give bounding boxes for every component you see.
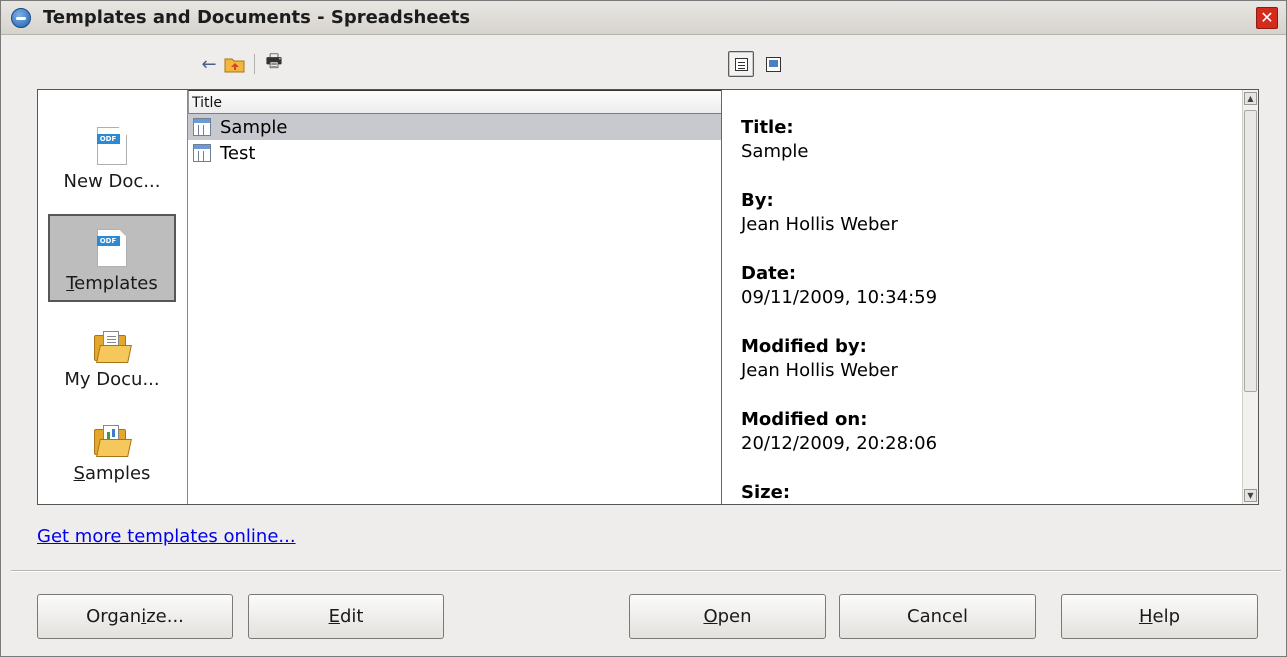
properties-icon — [735, 58, 748, 71]
get-more-templates-link[interactable]: Get more templates online... — [37, 526, 296, 547]
category-sidebar: ODF New Doc... ODF Templates My Docu... … — [38, 90, 188, 504]
up-folder-icon[interactable] — [222, 51, 248, 77]
property-modified-on: Modified on: 20/12/2009, 20:28:06 — [741, 409, 938, 454]
navigation-toolbar: ← 🖶 — [196, 51, 287, 77]
edit-button[interactable]: Edit — [248, 594, 444, 639]
folder-documents-icon — [94, 331, 132, 363]
open-button[interactable]: Open — [629, 594, 826, 639]
cancel-button[interactable]: Cancel — [839, 594, 1036, 639]
property-author: By: Jean Hollis Weber — [741, 190, 898, 235]
divider — [11, 570, 1281, 572]
sidebar-item-label: My Docu... — [64, 369, 160, 390]
sidebar-item-label: Templates — [66, 273, 158, 294]
list-item-title: Test — [220, 142, 256, 164]
odf-template-icon: ODF — [97, 229, 127, 267]
back-arrow-icon[interactable]: ← — [196, 51, 222, 77]
template-list: Title Sample Test — [188, 90, 722, 504]
sidebar-item-label: Samples — [73, 463, 151, 484]
scroll-thumb[interactable] — [1244, 110, 1257, 392]
list-item-title: Sample — [220, 116, 288, 138]
sidebar-item-templates[interactable]: ODF Templates — [48, 214, 176, 302]
preview-view-button[interactable] — [760, 51, 786, 77]
odf-document-icon: ODF — [97, 127, 127, 165]
list-item[interactable]: Test — [188, 140, 721, 166]
scroll-up-icon[interactable]: ▲ — [1244, 92, 1257, 105]
close-button[interactable]: ✕ — [1256, 7, 1278, 29]
sidebar-item-new-document[interactable]: ODF New Doc... — [48, 110, 176, 198]
spreadsheet-template-icon — [193, 144, 211, 162]
print-icon[interactable]: 🖶 — [261, 51, 287, 77]
scroll-down-icon[interactable]: ▼ — [1244, 489, 1257, 502]
property-size: Size: — [741, 482, 791, 503]
help-button[interactable]: Help — [1061, 594, 1258, 639]
property-date: Date: 09/11/2009, 10:34:59 — [741, 263, 938, 308]
document-properties-view-button[interactable] — [728, 51, 754, 77]
list-item[interactable]: Sample — [188, 114, 721, 140]
app-logo-icon — [11, 8, 31, 28]
sidebar-item-my-documents[interactable]: My Docu... — [48, 308, 176, 396]
main-panel: ODF New Doc... ODF Templates My Docu... … — [37, 89, 1259, 505]
sidebar-item-samples[interactable]: Samples — [48, 402, 176, 490]
spreadsheet-template-icon — [193, 118, 211, 136]
sidebar-item-label: New Doc... — [63, 171, 161, 192]
window-title: Templates and Documents - Spreadsheets — [43, 7, 471, 28]
property-title: Title: Sample — [741, 117, 809, 162]
folder-samples-icon — [94, 425, 132, 457]
toolbar-separator — [254, 54, 255, 74]
organize-button[interactable]: Organize... — [37, 594, 233, 639]
document-properties-panel: Title: Sample By: Jean Hollis Weber Date… — [723, 90, 1258, 504]
vertical-scrollbar[interactable]: ▲ ▼ — [1242, 90, 1258, 504]
view-toolbar — [728, 51, 786, 77]
column-header-title[interactable]: Title — [188, 90, 721, 114]
templates-dialog: Templates and Documents - Spreadsheets ✕… — [0, 0, 1287, 657]
property-modified-by: Modified by: Jean Hollis Weber — [741, 336, 898, 381]
title-bar[interactable]: Templates and Documents - Spreadsheets ✕ — [1, 1, 1286, 35]
preview-icon — [766, 57, 781, 72]
